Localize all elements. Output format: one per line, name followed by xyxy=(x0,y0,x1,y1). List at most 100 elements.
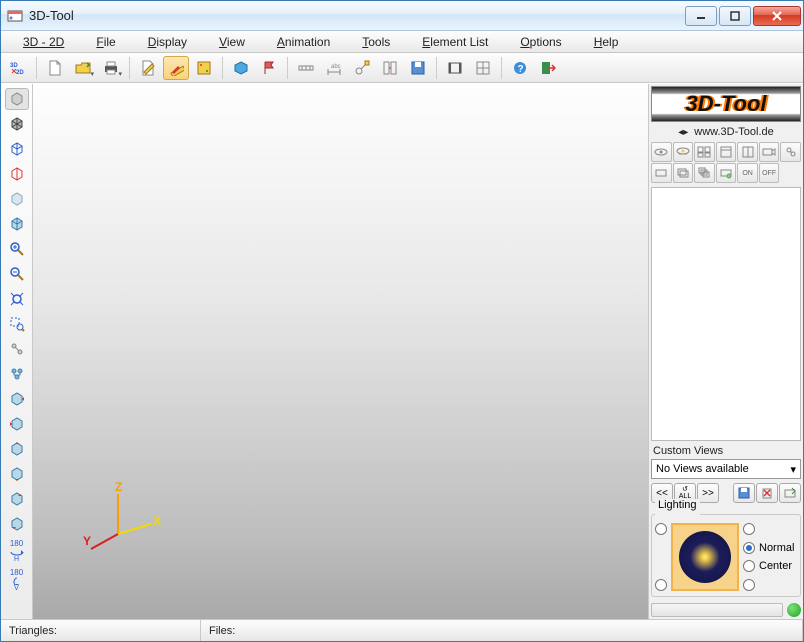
menu-animation[interactable]: Animation xyxy=(263,33,344,51)
view-front-button[interactable] xyxy=(5,388,29,410)
menu-file[interactable]: File xyxy=(82,33,129,51)
shade-flat-button[interactable] xyxy=(5,88,29,110)
toolbar-edit-file[interactable] xyxy=(135,56,161,80)
rotate-180v-button[interactable]: 180V xyxy=(5,567,29,593)
toolbar-flag[interactable] xyxy=(256,56,282,80)
axis-gizmo: Z X Y xyxy=(83,479,163,559)
shade-transparent-button[interactable] xyxy=(5,188,29,210)
menu-element-list[interactable]: Element List xyxy=(408,33,502,51)
rp-off-button[interactable]: OFF xyxy=(759,163,780,183)
toolbar-shade-mode[interactable] xyxy=(228,56,254,80)
menu-options[interactable]: Options xyxy=(506,33,575,51)
light-sphere-icon xyxy=(679,531,731,583)
workspace: 180H 180V Z X Y 3D-Tool ◂▸ www.3D-Tool.d… xyxy=(1,83,803,619)
menu-tools[interactable]: Tools xyxy=(348,33,404,51)
light-preview[interactable] xyxy=(671,523,739,591)
shade-hidden-button[interactable] xyxy=(5,163,29,185)
minimize-button[interactable] xyxy=(685,6,717,26)
custom-views-label: Custom Views xyxy=(651,443,801,457)
zoom-selection-button[interactable] xyxy=(5,313,29,335)
light-pos-tl[interactable] xyxy=(655,523,667,535)
toolbar-new-file[interactable] xyxy=(42,56,68,80)
rotate-180h-button[interactable]: 180H xyxy=(5,538,29,564)
rp-grid-eye-button[interactable] xyxy=(694,142,715,162)
toolbar-open-file[interactable] xyxy=(70,56,96,80)
toolbar-tag[interactable] xyxy=(349,56,375,80)
brand-banner: 3D-Tool xyxy=(651,86,801,122)
menu-3d2d[interactable]: 3D - 2D xyxy=(9,33,78,51)
rp-on-button[interactable]: ON xyxy=(737,163,758,183)
zoom-in-button[interactable] xyxy=(5,238,29,260)
menu-help[interactable]: Help xyxy=(580,33,633,51)
window-title: 3D-Tool xyxy=(29,8,683,23)
rp-layersl-button[interactable] xyxy=(716,163,737,183)
rp-box2-button[interactable] xyxy=(737,142,758,162)
right-icon-grid: ON OFF xyxy=(651,142,801,183)
view-iso-button[interactable] xyxy=(5,213,29,235)
toolbar-dimension[interactable]: abc xyxy=(321,56,347,80)
link-views-button[interactable] xyxy=(5,338,29,360)
toolbar-exit[interactable] xyxy=(535,56,561,80)
toolbar-help[interactable]: ? xyxy=(507,56,533,80)
menu-display[interactable]: Display xyxy=(134,33,201,51)
zoom-out-button[interactable] xyxy=(5,263,29,285)
titlebar: 3D-Tool xyxy=(1,1,803,31)
rp-layers3-button[interactable] xyxy=(694,163,715,183)
right-panel: 3D-Tool ◂▸ www.3D-Tool.de ON OFF xyxy=(649,84,803,619)
maximize-button[interactable] xyxy=(719,6,751,26)
rp-layers2-button[interactable] xyxy=(673,163,694,183)
toolbar-ruler[interactable] xyxy=(293,56,319,80)
status-files: Files: xyxy=(201,620,803,641)
left-toolbar: 180H 180V xyxy=(1,84,33,619)
rp-layers1-button[interactable] xyxy=(651,163,672,183)
svg-text:Y: Y xyxy=(83,534,91,548)
view-right-button[interactable] xyxy=(5,488,29,510)
svg-text:3D: 3D xyxy=(10,63,18,69)
view-right-rev-button[interactable] xyxy=(5,513,29,535)
lighting-label: Lighting xyxy=(655,499,700,511)
light-pos-br[interactable] xyxy=(743,579,755,591)
toolbar-split[interactable] xyxy=(377,56,403,80)
rp-box1-button[interactable] xyxy=(716,142,737,162)
statusbar: Triangles: Files: xyxy=(1,619,803,641)
toolbar-3d2d-toggle[interactable]: 3D2D xyxy=(5,56,31,80)
menu-view[interactable]: View xyxy=(205,33,259,51)
viewport-3d[interactable]: Z X Y xyxy=(33,84,649,619)
element-list-area[interactable] xyxy=(651,187,801,441)
window-controls xyxy=(683,6,801,26)
fit-view-button[interactable] xyxy=(5,288,29,310)
toolbar-save-view[interactable] xyxy=(405,56,431,80)
cv-delete-button[interactable] xyxy=(756,483,778,503)
view-front-rev-button[interactable] xyxy=(5,413,29,435)
cv-next-button[interactable]: >> xyxy=(697,483,719,503)
close-button[interactable] xyxy=(753,6,801,26)
light-pos-bl[interactable] xyxy=(655,579,667,591)
cv-export-button[interactable] xyxy=(779,483,801,503)
cv-save-button[interactable] xyxy=(733,483,755,503)
toolbar-section[interactable] xyxy=(191,56,217,80)
view-top-button[interactable] xyxy=(5,438,29,460)
menubar: 3D - 2D File Display View Animation Tool… xyxy=(1,31,803,53)
shade-edges-button[interactable] xyxy=(5,113,29,135)
brand-url[interactable]: www.3D-Tool.de xyxy=(694,126,773,138)
sync-tool-button[interactable] xyxy=(5,363,29,385)
toolbar-measure[interactable] xyxy=(163,56,189,80)
toolbar-print[interactable] xyxy=(98,56,124,80)
collapse-panel-icon[interactable]: ◂▸ xyxy=(678,127,688,138)
status-triangles: Triangles: xyxy=(1,620,201,641)
shade-wire-button[interactable] xyxy=(5,138,29,160)
toolbar-grid[interactable] xyxy=(470,56,496,80)
view-top-rev-button[interactable] xyxy=(5,463,29,485)
svg-text:abc: abc xyxy=(331,64,341,70)
rp-eye-button[interactable] xyxy=(651,142,672,162)
light-normal-radio[interactable]: Normal xyxy=(743,542,797,554)
rp-camera-button[interactable] xyxy=(759,142,780,162)
light-center-radio[interactable]: Center xyxy=(743,560,797,572)
brand-text: 3D-Tool xyxy=(685,91,766,117)
lighting-box: Lighting Normal Center xyxy=(651,508,801,597)
rp-spotlight-button[interactable] xyxy=(673,142,694,162)
custom-views-select[interactable]: No Views available ▾ xyxy=(651,459,801,479)
light-pos-tr[interactable] xyxy=(743,523,755,535)
rp-link-button[interactable] xyxy=(780,142,801,162)
toolbar-film[interactable] xyxy=(442,56,468,80)
